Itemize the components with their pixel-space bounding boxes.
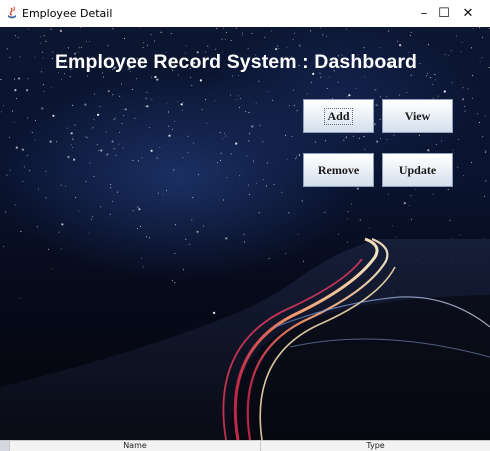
light-trail-road-image [0, 237, 490, 440]
table-header: Name Type [0, 440, 490, 451]
view-button-label: View [404, 108, 431, 123]
remove-button[interactable]: Remove [303, 153, 374, 187]
close-icon: ✕ [462, 6, 474, 21]
dashboard-heading: Employee Record System : Dashboard [54, 51, 418, 73]
java-app-icon [5, 6, 19, 20]
update-button[interactable]: Update [382, 153, 453, 187]
window-titlebar: Employee Detail – ☐ ✕ [0, 0, 490, 27]
update-button-label: Update [398, 162, 437, 177]
remove-button-label: Remove [317, 162, 360, 177]
close-button[interactable]: ✕ [446, 0, 490, 27]
view-button[interactable]: View [382, 99, 453, 133]
dashboard-panel: Employee Record System : Dashboard Add V… [0, 27, 490, 440]
window-title: Employee Detail [22, 7, 113, 20]
add-button-label: Add [324, 107, 353, 125]
add-button[interactable]: Add [303, 99, 374, 133]
